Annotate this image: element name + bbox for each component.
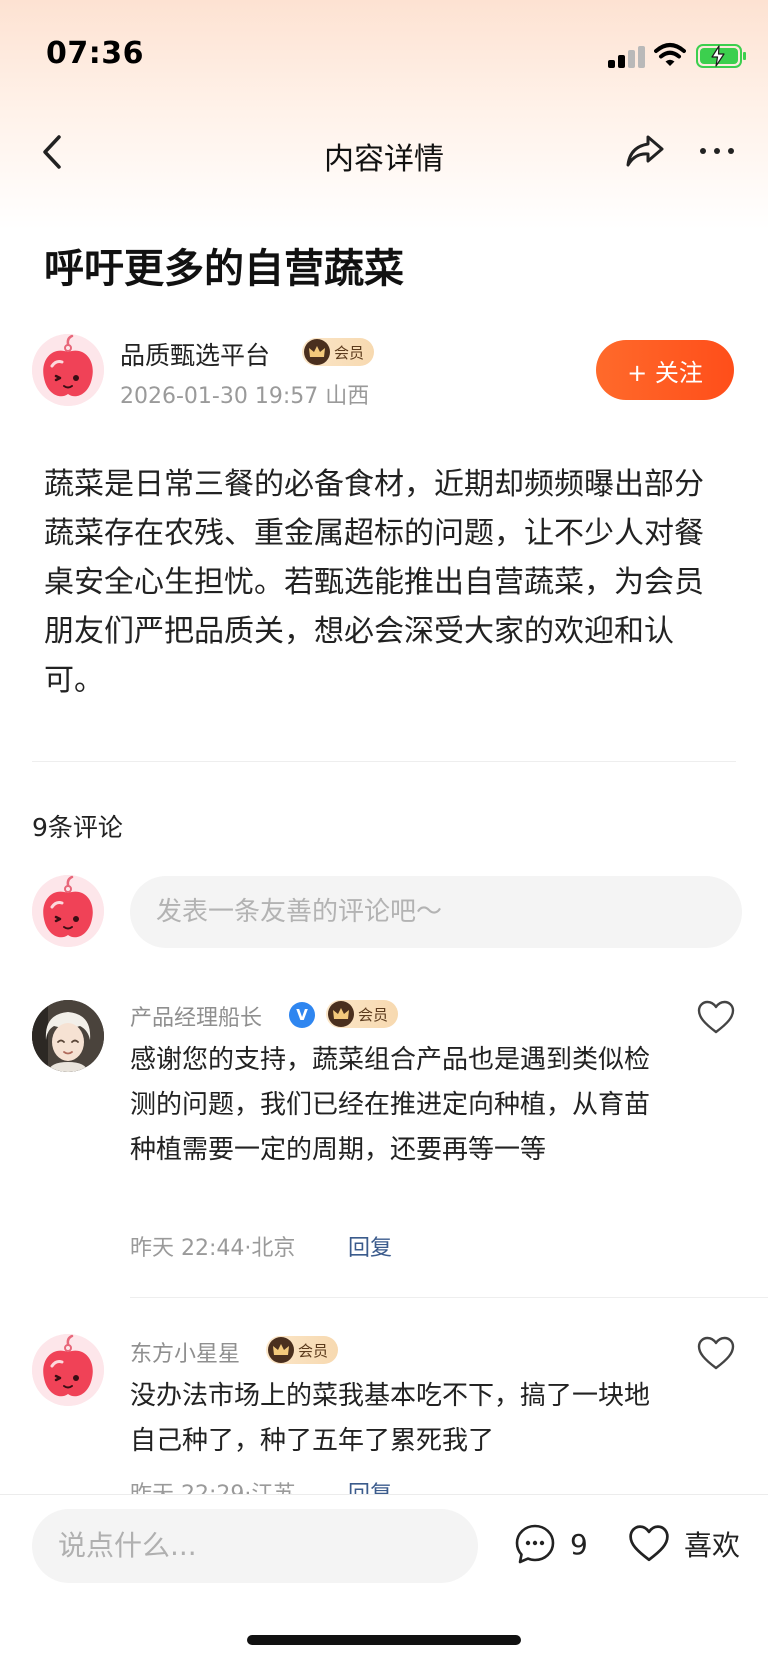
quick-comment-input[interactable]: 说点什么...: [32, 1509, 478, 1583]
author-avatar[interactable]: [32, 334, 104, 406]
apple-mascot-icon: [32, 334, 104, 406]
apple-mascot-icon: [32, 875, 104, 947]
comment-count: 9条评论: [32, 813, 123, 842]
like-button[interactable]: 喜欢: [628, 1519, 740, 1569]
post-body: 蔬菜是日常三餐的必备食材，近期却频频曝出部分蔬菜存在农残、重金属超标的问题，让不…: [44, 467, 704, 698]
comment-meta: 昨天 22:44·北京: [130, 1236, 296, 1261]
member-badge-label: 会员: [298, 1341, 329, 1360]
follow-button[interactable]: + 关注: [596, 340, 734, 400]
status-time: 07:36: [46, 36, 144, 71]
comment-text: 没办法市场上的菜我基本吃不下，搞了一块地自己种了，种了五年了累死我了: [130, 1381, 651, 1456]
heart-icon[interactable]: [696, 998, 736, 1038]
cellular-signal-icon: [608, 46, 648, 68]
home-indicator: [247, 1635, 521, 1645]
commenter-avatar[interactable]: [32, 1000, 104, 1072]
more-options-button[interactable]: [692, 126, 742, 176]
top-nav-bar: 内容详情: [0, 112, 768, 192]
member-badge: 会员: [266, 1336, 339, 1364]
reply-link[interactable]: 回复: [348, 1230, 392, 1262]
member-badge: 会员: [326, 1000, 399, 1028]
dot-icon: [714, 148, 720, 154]
author-name[interactable]: 品质甄选平台: [120, 336, 270, 372]
heart-icon: [629, 1525, 669, 1562]
comment-count-label: 9: [570, 1527, 588, 1561]
comment-bubble-icon: [515, 1524, 555, 1564]
divider: [32, 761, 736, 762]
crown-icon: [328, 1001, 354, 1027]
heart-icon[interactable]: [696, 1334, 736, 1374]
status-bar: 07:36: [0, 0, 768, 110]
commenter-avatar[interactable]: [32, 1334, 104, 1406]
verified-icon: V: [289, 1002, 315, 1028]
share-icon: [626, 135, 664, 167]
post-date-location: 2026-01-30 19:57 山西: [120, 384, 370, 409]
dot-icon: [728, 148, 734, 154]
comment-text: 感谢您的支持，蔬菜组合产品也是遇到类似检测的问题，我们已经在推进定向种植，从育苗…: [130, 1045, 651, 1165]
apple-mascot-icon: [32, 1334, 104, 1406]
anime-character-avatar-icon: [32, 1000, 104, 1072]
commenter-name[interactable]: 产品经理船长: [130, 1000, 262, 1032]
share-button[interactable]: [620, 126, 670, 176]
member-badge-label: 会员: [358, 1005, 389, 1024]
comments-button[interactable]: 9: [514, 1519, 588, 1569]
comment-input[interactable]: 发表一条友善的评论吧～: [130, 876, 742, 948]
crown-icon: [268, 1337, 294, 1363]
member-badge: 会员: [302, 338, 375, 366]
like-label: 喜欢: [684, 1529, 741, 1562]
current-user-avatar: [32, 875, 104, 947]
comment-divider: [130, 1297, 768, 1298]
member-badge-label: 会员: [334, 343, 365, 362]
commenter-name[interactable]: 东方小星星: [130, 1336, 240, 1368]
wifi-icon: [654, 43, 686, 66]
dot-icon: [700, 148, 706, 154]
bottom-action-bar: 说点什么... 9 喜欢: [0, 1494, 768, 1663]
post-title: 呼吁更多的自营蔬菜: [44, 246, 404, 292]
crown-icon: [304, 339, 330, 365]
battery-icon: [696, 44, 746, 68]
